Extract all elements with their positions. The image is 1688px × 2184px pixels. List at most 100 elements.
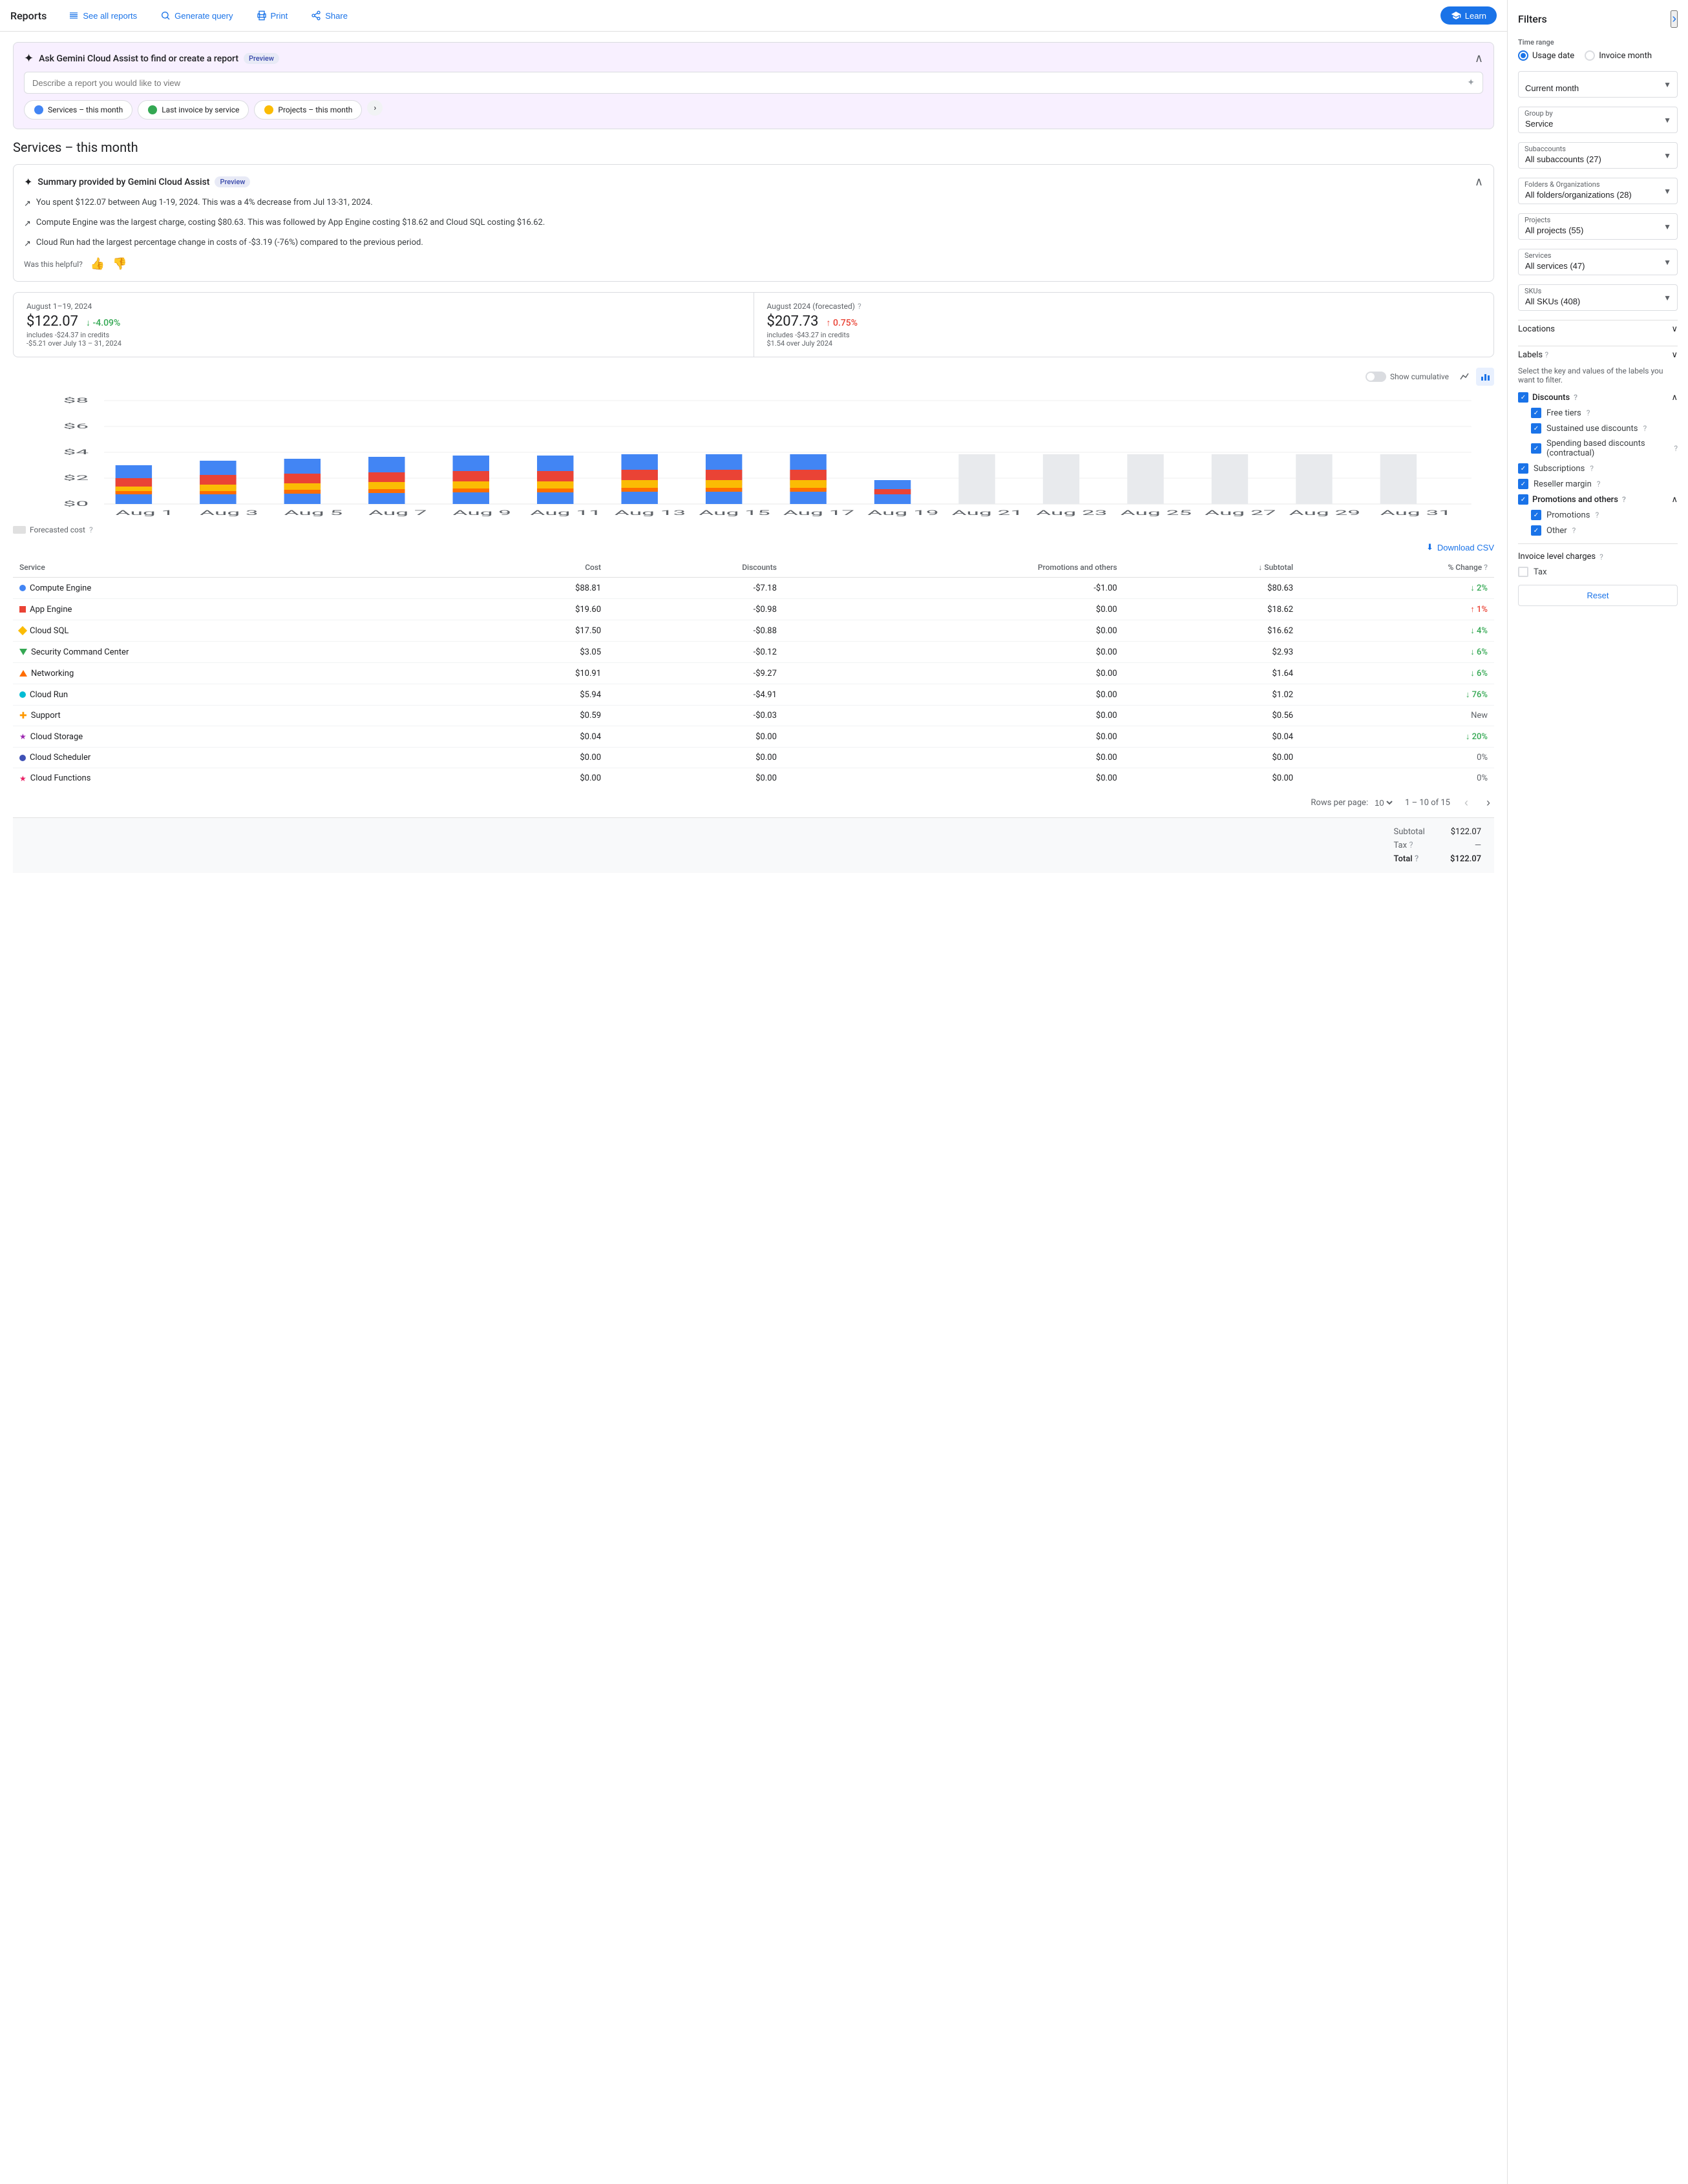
show-cumulative-toggle[interactable]: Show cumulative [1366,372,1449,382]
thumbs-down-button[interactable]: 👎 [112,257,127,271]
chip-last-invoice[interactable]: Last invoice by service [138,100,249,120]
change-cell: ↓ 2% [1300,578,1494,599]
discounts-cell: -$4.91 [607,684,783,706]
sustained-checkbox[interactable] [1531,423,1541,434]
svg-text:Aug 13: Aug 13 [615,510,686,518]
subaccounts-select[interactable]: All subaccounts (27) [1518,142,1678,169]
col-discounts: Discounts [607,558,783,578]
brand-title: Reports [10,10,47,22]
tax-value: — [1475,841,1481,850]
rows-per-page-select[interactable]: 10 25 50 [1372,797,1395,808]
labels-help-icon[interactable]: ? [1545,350,1548,359]
locations-header[interactable]: Locations ∨ [1518,320,1678,338]
download-csv-button[interactable]: ⬇ Download CSV [1426,542,1494,552]
see-all-reports-button[interactable]: See all reports [62,6,143,25]
other-checkbox[interactable] [1531,525,1541,536]
print-button[interactable]: Print [250,6,295,25]
reset-button[interactable]: Reset [1518,585,1678,606]
change-help-icon[interactable]: ? [1484,563,1488,572]
reseller-checkbox-item[interactable]: Reseller margin ? [1518,479,1678,489]
forecast-help-icon[interactable]: ? [858,302,861,311]
free-tiers-checkbox[interactable] [1531,408,1541,418]
svg-text:Aug 3: Aug 3 [200,510,258,518]
summary-collapse-button[interactable]: ∧ [1475,175,1483,189]
gemini-input[interactable] [32,78,1462,88]
usage-date-radio[interactable]: Usage date [1518,50,1574,61]
reseller-help-icon[interactable]: ? [1597,479,1601,488]
labels-section: Labels ? ∨ Select the key and values of … [1518,346,1678,384]
stat-current-date: August 1–19, 2024 [26,302,741,311]
spending-help-icon[interactable]: ? [1674,444,1678,453]
prev-page-button[interactable]: ‹ [1461,795,1472,811]
skus-select[interactable]: All SKUs (408) [1518,284,1678,311]
chip-services-this-month[interactable]: Services – this month [24,100,132,120]
svg-text:Aug 23: Aug 23 [1036,510,1107,518]
subtotal-cell: $16.62 [1124,620,1300,642]
gemini-title: ✦ Ask Gemini Cloud Assist to find or cre… [24,52,279,65]
sustained-help-icon[interactable]: ? [1643,424,1647,433]
table-row: ★Cloud Storage $0.04 $0.00 $0.00 $0.04 ↓… [13,726,1494,748]
chip-projects-this-month[interactable]: Projects – this month [254,100,362,120]
generate-query-button[interactable]: Generate query [154,6,239,25]
promotions-checkbox[interactable] [1531,510,1541,520]
gemini-collapse-button[interactable]: ∧ [1475,52,1483,65]
subtotal-cell: $0.00 [1124,768,1300,789]
promotions-checkbox-item[interactable]: Promotions ? [1531,510,1678,520]
projects-select[interactable]: All projects (55) [1518,213,1678,240]
reseller-checkbox[interactable] [1518,479,1528,489]
other-help-icon[interactable]: ? [1572,526,1576,535]
next-page-button[interactable]: › [1482,795,1494,811]
cost-cell: $19.60 [465,599,607,620]
cost-cell: $10.91 [465,663,607,684]
forecast-legend-help-icon[interactable]: ? [89,525,93,534]
filters-collapse-button[interactable]: › [1671,10,1678,28]
credits-header[interactable]: Discounts ? ∧ [1518,392,1678,403]
sustained-checkbox-item[interactable]: Sustained use discounts ? [1531,423,1678,434]
stat-current-sub: includes -$24.37 in credits [26,331,741,339]
chips-nav-button[interactable]: › [367,100,383,116]
free-tiers-checkbox-item[interactable]: Free tiers ? [1531,408,1678,418]
folders-select[interactable]: All folders/organizations (28) [1518,178,1678,204]
promos-cell: $0.00 [783,642,1124,663]
stat-forecast-amount: $207.73 [767,313,819,330]
tax-filter-checkbox-item[interactable]: Tax [1518,567,1678,577]
chip-cloud-icon-2 [147,105,158,115]
thumbs-up-button[interactable]: 👍 [90,257,105,271]
cumulative-switch[interactable] [1366,372,1386,382]
invoice-month-radio[interactable]: Invoice month [1585,50,1652,61]
subscriptions-help-icon[interactable]: ? [1590,464,1594,473]
discounts-help-icon[interactable]: ? [1574,393,1577,402]
promotions-others-help-icon[interactable]: ? [1622,495,1626,504]
tax-help-icon[interactable]: ? [1409,841,1413,850]
promos-cell: $0.00 [783,684,1124,706]
credits-title: Discounts ? [1518,392,1577,403]
services-select[interactable]: All services (47) [1518,249,1678,275]
total-help-icon[interactable]: ? [1415,854,1419,864]
free-tiers-help-icon[interactable]: ? [1587,408,1590,417]
discounts-checkbox[interactable] [1518,392,1528,403]
share-button[interactable]: Share [304,6,354,25]
current-month-select[interactable]: Current month Last month Last 3 months [1518,71,1678,98]
promotions-header[interactable]: Promotions and others ? ∧ [1518,494,1678,505]
time-range-section: Time range Usage date Invoice month [1518,38,1678,61]
service-name-cell: Cloud SQL [13,620,465,642]
tax-filter-checkbox[interactable] [1518,567,1528,577]
svg-text:Aug 25: Aug 25 [1121,510,1192,518]
line-chart-button[interactable] [1455,368,1473,386]
spending-checkbox[interactable] [1531,443,1541,454]
group-by-select[interactable]: Service Project SKU [1518,107,1678,133]
tax-label: Tax ? [1394,841,1413,850]
labels-header[interactable]: Labels ? ∨ [1518,346,1678,364]
promotions-others-checkbox[interactable] [1518,494,1528,505]
bar-chart-button[interactable] [1476,368,1494,386]
subscriptions-checkbox[interactable] [1518,463,1528,474]
other-checkbox-item[interactable]: Other ? [1531,525,1678,536]
time-range-label: Time range [1518,38,1678,47]
learn-button[interactable]: Learn [1440,6,1497,25]
labels-label: Labels ? [1518,350,1548,360]
promotions-help-icon[interactable]: ? [1595,510,1599,520]
subscriptions-checkbox-item[interactable]: Subscriptions ? [1518,463,1678,474]
invoice-charges-help-icon[interactable]: ? [1599,552,1603,562]
spending-checkbox-item[interactable]: Spending based discounts (contractual) ? [1531,439,1678,458]
promos-cell: -$1.00 [783,578,1124,599]
